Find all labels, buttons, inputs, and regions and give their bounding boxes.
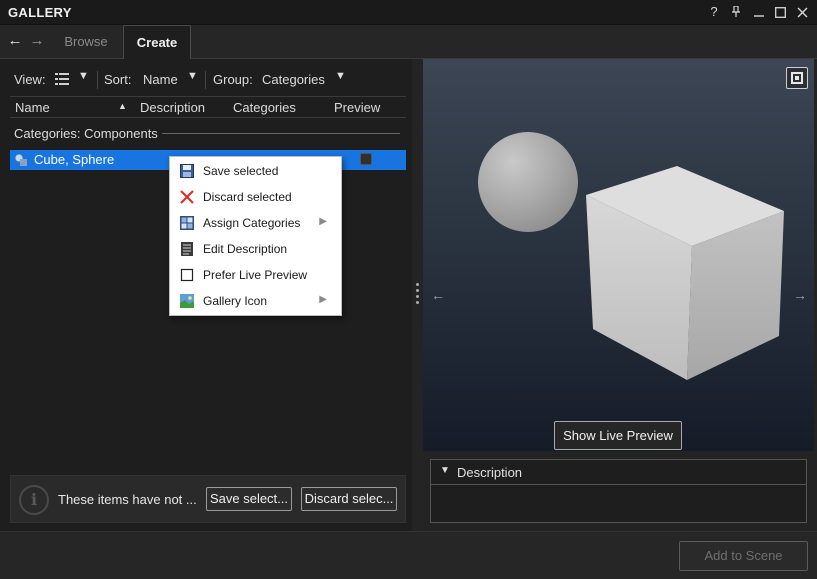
column-categories[interactable]: Categories	[233, 100, 296, 115]
sort-dropdown[interactable]: Name	[143, 72, 178, 87]
description-panel: ▼ Description	[430, 459, 807, 523]
discard-icon	[180, 190, 194, 204]
preview-viewport[interactable]: ← → Show Live Preview	[423, 59, 814, 451]
next-arrow-icon[interactable]: →	[793, 287, 807, 303]
sort-label: Sort:	[104, 72, 132, 87]
cube-model	[586, 166, 784, 380]
previous-arrow-icon[interactable]: ←	[431, 287, 445, 303]
submenu-arrow-icon: ▶	[319, 216, 327, 227]
sort-ascending-icon: ▲	[118, 101, 127, 111]
discard-selected-button[interactable]: Discard selec...	[301, 487, 397, 511]
tab-bar: ← → Browse Create	[0, 25, 817, 60]
menu-item-label: Save selected	[203, 164, 279, 178]
unsaved-info-bar: i These items have not ... Save select..…	[10, 475, 406, 523]
add-to-scene-button[interactable]: Add to Scene	[679, 541, 808, 571]
checkbox-icon	[180, 268, 194, 282]
show-live-preview-button[interactable]: Show Live Preview	[554, 421, 682, 450]
menu-item-discard-selected[interactable]: Discard selected	[170, 184, 341, 210]
column-header: Name ▲ Description Categories Preview	[10, 96, 406, 118]
view-dropdown-icon[interactable]: ▼	[78, 70, 89, 82]
list-view-icon[interactable]	[55, 72, 69, 86]
toolbar-divider	[205, 71, 206, 89]
group-divider	[162, 133, 400, 134]
save-icon	[180, 164, 194, 178]
info-icon: i	[19, 485, 49, 515]
minimize-button[interactable]	[750, 3, 768, 21]
save-selected-button[interactable]: Save select...	[206, 487, 292, 511]
menu-item-label: Discard selected	[203, 190, 292, 204]
menu-item-gallery-icon[interactable]: Gallery Icon ▶	[170, 288, 341, 314]
title-bar: GALLERY ?	[0, 0, 817, 25]
description-body[interactable]	[431, 486, 806, 522]
footer-bar: Add to Scene	[0, 531, 817, 579]
submenu-arrow-icon: ▶	[319, 294, 327, 305]
preview-checkbox[interactable]	[360, 153, 372, 165]
menu-item-prefer-live-preview[interactable]: Prefer Live Preview	[170, 262, 341, 288]
column-preview[interactable]: Preview	[334, 100, 380, 115]
menu-item-label: Gallery Icon	[203, 294, 268, 308]
column-name[interactable]: Name	[15, 100, 50, 115]
menu-item-label: Edit Description	[203, 242, 288, 256]
help-button[interactable]: ?	[705, 3, 723, 21]
toolbar-divider	[97, 71, 98, 89]
close-button[interactable]	[793, 3, 811, 21]
tab-browse[interactable]: Browse	[50, 25, 122, 59]
list-toolbar: View: ▼ Sort: Name ▼ Group: Categories ▼	[10, 69, 406, 91]
description-header[interactable]: ▼ Description	[431, 460, 806, 485]
view-label: View:	[14, 72, 46, 87]
categories-icon	[180, 216, 194, 230]
menu-item-edit-description[interactable]: Edit Description	[170, 236, 341, 262]
menu-item-assign-categories[interactable]: Assign Categories ▶	[170, 210, 341, 236]
forward-arrow-icon[interactable]: →	[28, 32, 46, 50]
description-title: Description	[457, 465, 523, 480]
column-description[interactable]: Description	[140, 100, 205, 115]
component-icon	[14, 153, 28, 167]
menu-item-save-selected[interactable]: Save selected	[170, 158, 341, 184]
collapse-icon[interactable]: ▼	[440, 465, 450, 476]
group-label: Group:	[213, 72, 253, 87]
tab-create[interactable]: Create	[123, 25, 191, 60]
window-title: GALLERY	[8, 5, 72, 20]
drag-handle-icon[interactable]	[416, 283, 419, 307]
pin-icon[interactable]	[727, 3, 745, 21]
context-menu: Save selected Discard selected Assign Ca…	[169, 156, 342, 316]
maximize-button[interactable]	[771, 3, 789, 21]
item-label: Cube, Sphere	[34, 152, 115, 167]
group-header: Categories: Components	[14, 126, 158, 141]
menu-item-label: Prefer Live Preview	[203, 268, 308, 282]
edit-description-icon	[180, 242, 194, 256]
panel-splitter[interactable]	[412, 59, 423, 531]
back-arrow-icon[interactable]: ←	[6, 32, 24, 50]
info-message: These items have not ...	[58, 492, 197, 507]
image-icon	[180, 294, 194, 308]
menu-item-label: Assign Categories	[203, 216, 301, 230]
group-dropdown-icon[interactable]: ▼	[335, 70, 346, 82]
sort-dropdown-icon[interactable]: ▼	[187, 70, 198, 82]
group-dropdown[interactable]: Categories	[262, 72, 325, 87]
